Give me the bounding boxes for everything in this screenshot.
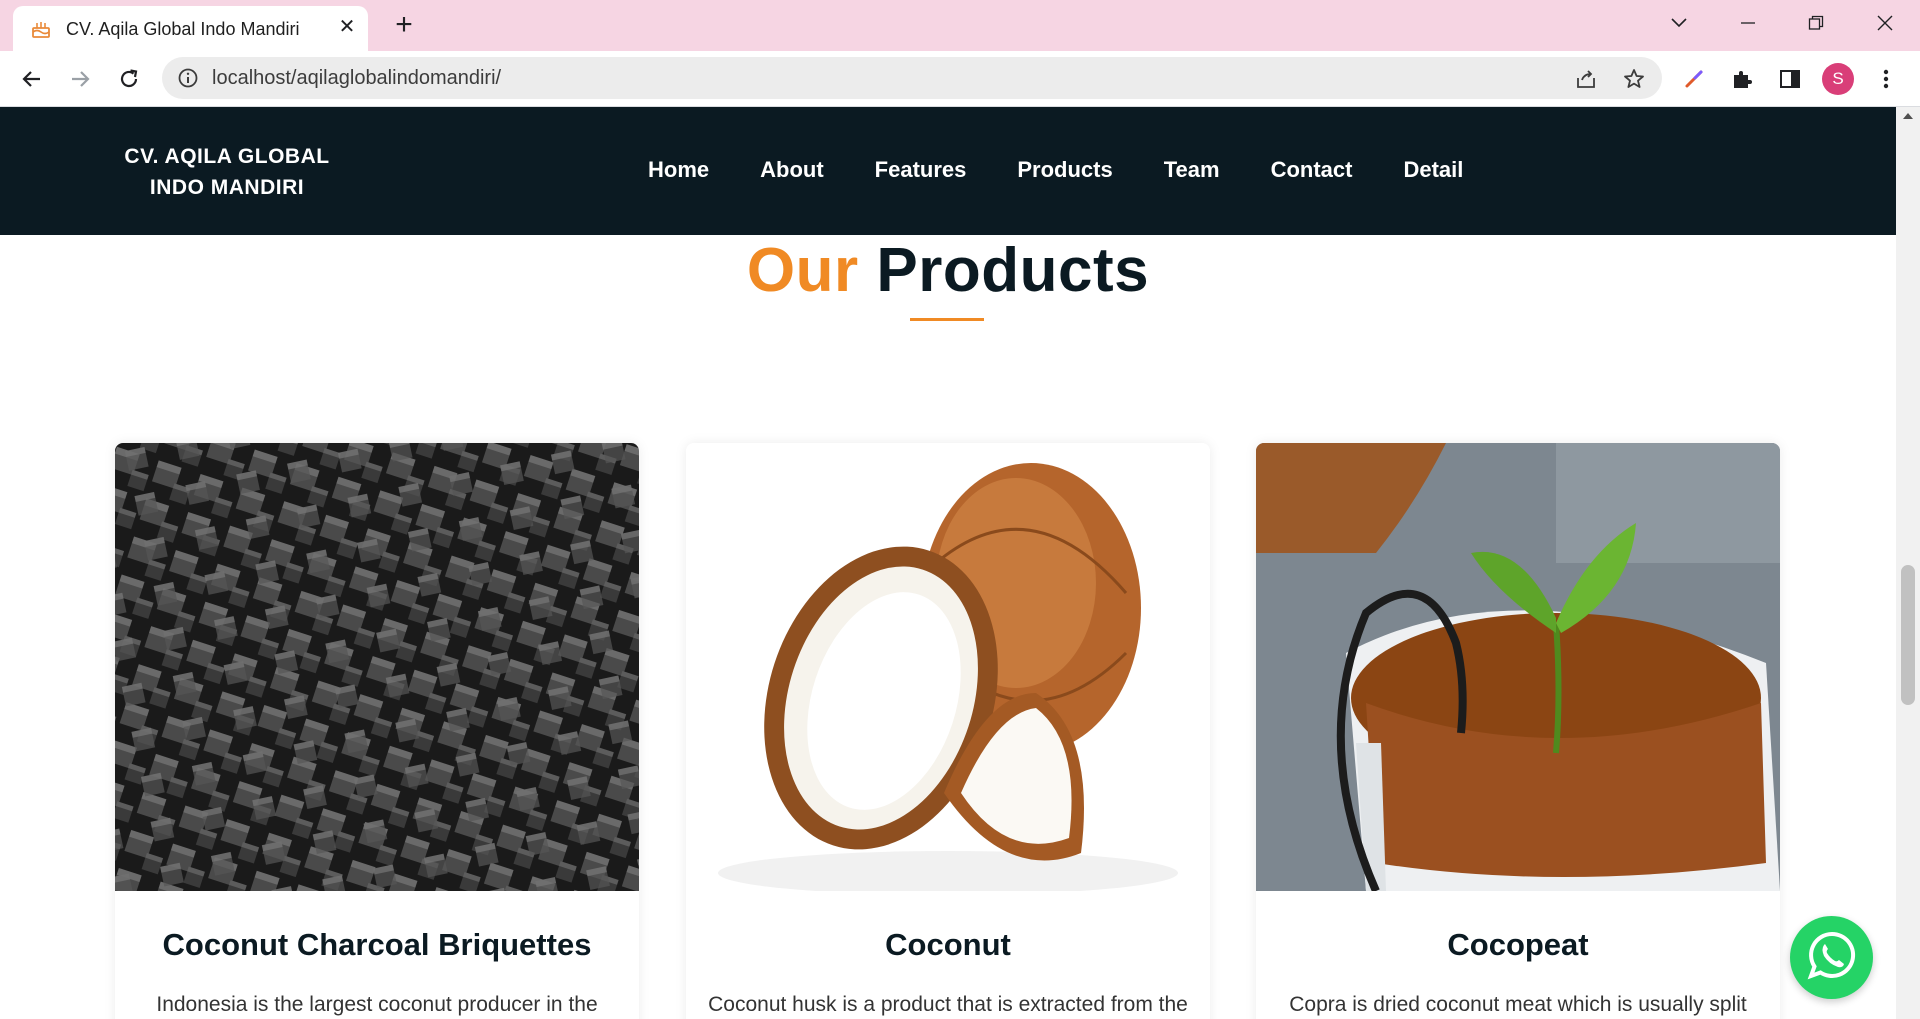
- address-bar[interactable]: localhost/aqilaglobalindomandiri/: [162, 57, 1662, 99]
- section-title: Our Products: [0, 235, 1896, 306]
- whatsapp-icon: [1806, 929, 1858, 986]
- reload-icon[interactable]: [112, 62, 146, 96]
- whatsapp-chat-button[interactable]: [1790, 916, 1873, 999]
- cake-favicon-icon: [30, 18, 52, 40]
- site-logo[interactable]: CV. AQILA GLOBAL INDO MANDIRI: [112, 141, 342, 203]
- extensions-puzzle-icon[interactable]: [1727, 64, 1757, 94]
- scroll-up-arrow-icon[interactable]: [1903, 113, 1913, 119]
- product-title: Coconut: [885, 927, 1011, 962]
- section-title-accent: Our: [746, 236, 859, 305]
- product-excerpt: Coconut husk is a product that is extrac…: [708, 993, 1188, 1016]
- charcoal-briquettes-image: [115, 443, 639, 891]
- share-icon[interactable]: [1573, 66, 1599, 92]
- tab-title: CV. Aqila Global Indo Mandiri: [66, 19, 300, 39]
- menu-item-products[interactable]: Products: [1017, 157, 1112, 183]
- product-excerpt: Indonesia is the largest coconut produce…: [156, 993, 598, 1016]
- back-icon[interactable]: [15, 62, 49, 96]
- new-tab-button[interactable]: +: [388, 10, 420, 42]
- product-card[interactable]: Coconut Coconut husk is a product that i…: [686, 443, 1210, 1019]
- forward-icon[interactable]: [63, 62, 97, 96]
- cocopeat-image: [1256, 443, 1780, 891]
- site-header: CV. AQILA GLOBAL INDO MANDIRI Home About…: [0, 107, 1896, 235]
- main-menu: Home About Features Products Team Contac…: [648, 157, 1514, 183]
- close-tab-icon[interactable]: ✕: [335, 15, 359, 39]
- tab-search-icon[interactable]: [1659, 8, 1699, 38]
- product-title: Coconut Charcoal Briquettes: [162, 927, 592, 962]
- color-picker-extension-icon[interactable]: [1679, 64, 1709, 94]
- product-card[interactable]: Coconut Charcoal Briquettes Indonesia is…: [115, 443, 639, 1019]
- coconut-image: [686, 443, 1210, 891]
- page-scrollbar[interactable]: [1896, 107, 1920, 1019]
- browser-tab[interactable]: CV. Aqila Global Indo Mandiri ✕: [13, 6, 368, 51]
- logo-line-2: INDO MANDIRI: [149, 176, 305, 199]
- menu-item-detail[interactable]: Detail: [1403, 157, 1463, 183]
- product-excerpt: Copra is dried coconut meat which is usu…: [1289, 993, 1747, 1016]
- site-info-icon[interactable]: [177, 67, 199, 89]
- menu-item-contact[interactable]: Contact: [1271, 157, 1353, 183]
- logo-line-1: CV. AQILA GLOBAL: [124, 145, 330, 168]
- browser-tab-strip: CV. Aqila Global Indo Mandiri ✕ +: [0, 0, 1920, 51]
- title-underline: [910, 318, 984, 321]
- restore-icon[interactable]: [1796, 8, 1836, 38]
- browser-toolbar: localhost/aqilaglobalindomandiri/ S: [0, 51, 1920, 107]
- profile-avatar[interactable]: S: [1822, 63, 1854, 95]
- bookmark-star-icon[interactable]: [1621, 66, 1647, 92]
- product-title: Cocopeat: [1447, 927, 1589, 962]
- menu-kebab-icon[interactable]: [1871, 64, 1901, 94]
- menu-item-about[interactable]: About: [760, 157, 824, 183]
- product-card[interactable]: Cocopeat Copra is dried coconut meat whi…: [1256, 443, 1780, 1019]
- menu-item-team[interactable]: Team: [1164, 157, 1220, 183]
- close-window-icon[interactable]: [1865, 8, 1905, 38]
- menu-item-home[interactable]: Home: [648, 157, 709, 183]
- section-title-main: Products: [876, 236, 1150, 305]
- scrollbar-thumb[interactable]: [1901, 565, 1915, 705]
- side-panel-icon[interactable]: [1775, 64, 1805, 94]
- minimize-icon[interactable]: [1728, 8, 1768, 38]
- menu-item-features[interactable]: Features: [875, 157, 967, 183]
- page-viewport: CV. AQILA GLOBAL INDO MANDIRI Home About…: [0, 107, 1920, 1019]
- url-text[interactable]: localhost/aqilaglobalindomandiri/: [212, 67, 501, 90]
